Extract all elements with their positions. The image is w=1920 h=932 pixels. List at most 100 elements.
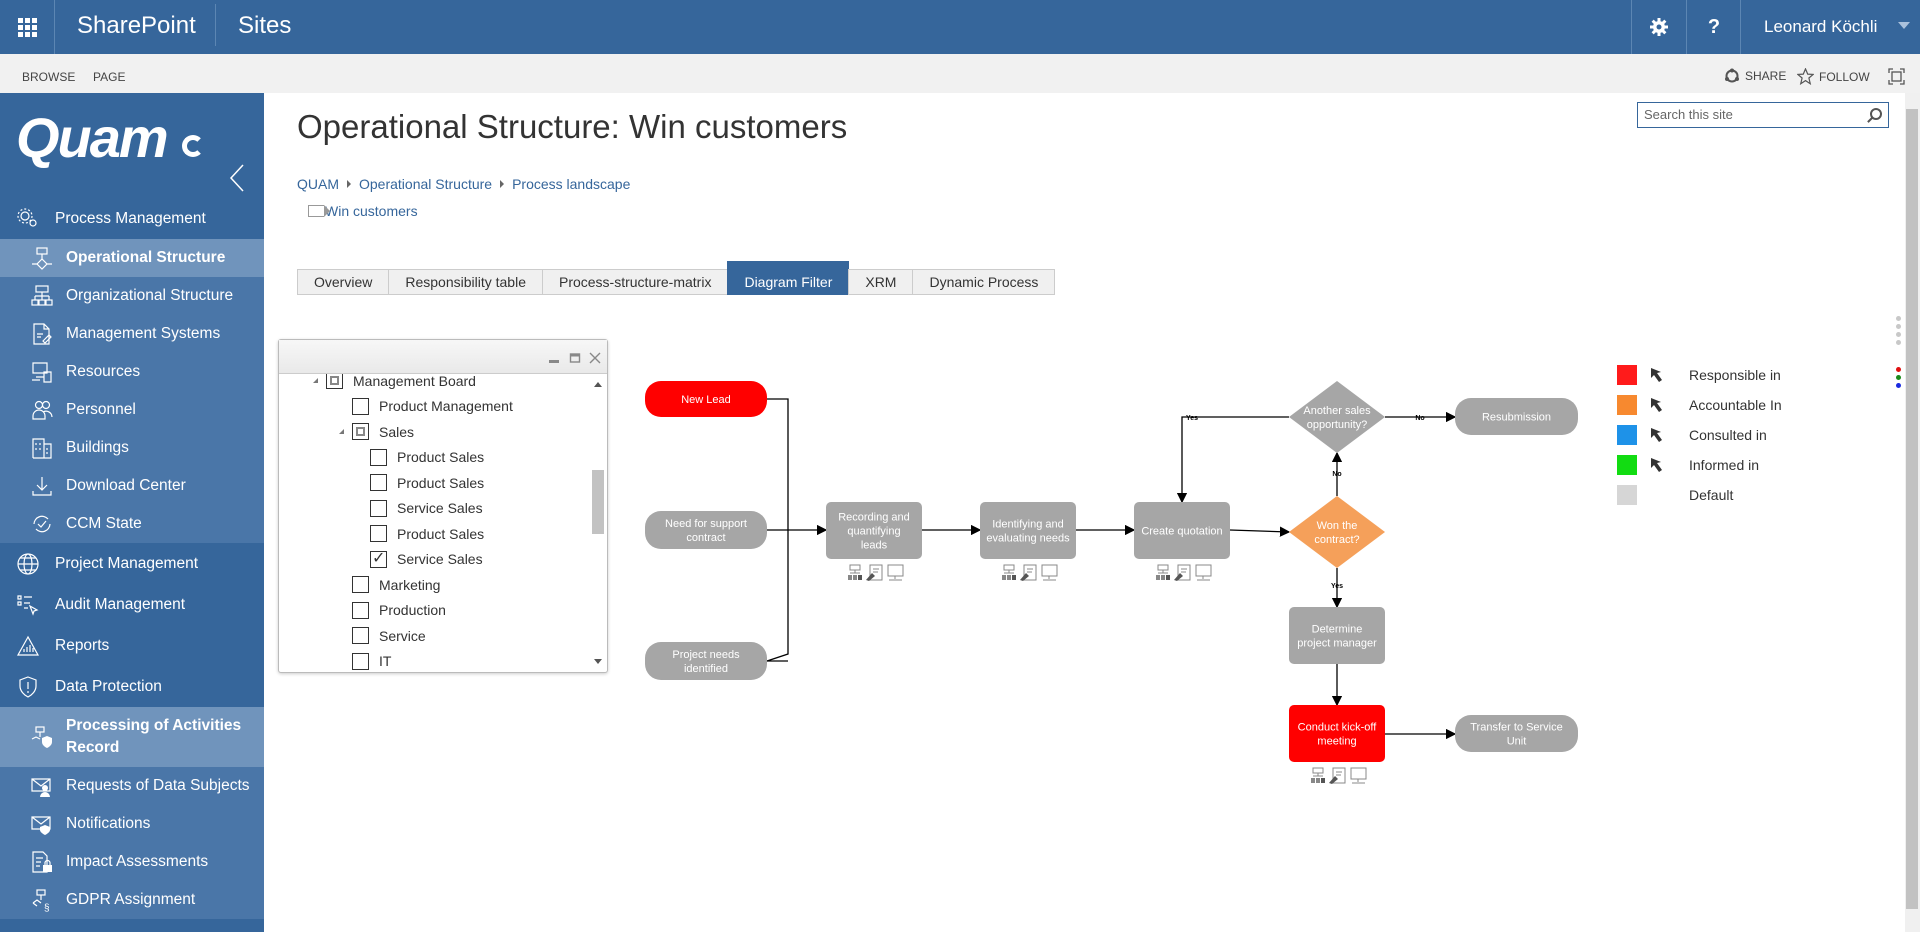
tree-checkbox[interactable] bbox=[370, 448, 387, 466]
cursor-arrow-icon[interactable] bbox=[1649, 396, 1667, 414]
expand-toggle-icon[interactable] bbox=[339, 429, 344, 434]
document-icon[interactable] bbox=[1020, 564, 1037, 581]
page-scroll-thumb[interactable] bbox=[1906, 109, 1918, 909]
sidebar-item-notifications[interactable]: Notifications bbox=[0, 805, 264, 843]
cursor-arrow-icon[interactable] bbox=[1649, 426, 1667, 444]
tree-node[interactable]: Product Sales bbox=[357, 445, 484, 470]
breadcrumb-operational-structure[interactable]: Operational Structure bbox=[359, 176, 492, 192]
tree-checkbox[interactable] bbox=[326, 374, 343, 389]
tree-node[interactable]: Service Sales bbox=[357, 547, 483, 572]
tree-node[interactable]: IT bbox=[339, 649, 391, 673]
tree-checkbox[interactable] bbox=[352, 601, 369, 619]
tree-checkbox[interactable] bbox=[352, 576, 369, 593]
org-unit-icon[interactable] bbox=[1311, 767, 1325, 783]
node-attachment-icons[interactable] bbox=[1311, 767, 1367, 784]
tree-node[interactable]: Management Board bbox=[313, 374, 476, 393]
scroll-down-icon[interactable] bbox=[594, 659, 602, 664]
expand-toggle-icon[interactable] bbox=[313, 378, 318, 383]
cursor-arrow-icon[interactable] bbox=[1649, 366, 1667, 384]
node-kickoff[interactable] bbox=[1289, 705, 1385, 762]
tab-overview[interactable]: Overview bbox=[297, 269, 390, 295]
sites-link[interactable]: Sites bbox=[238, 12, 291, 40]
tree-checkbox[interactable] bbox=[352, 397, 369, 415]
document-icon[interactable] bbox=[1174, 564, 1191, 581]
tab-dynamic-process[interactable]: Dynamic Process bbox=[912, 269, 1056, 295]
settings-button[interactable] bbox=[1631, 0, 1686, 54]
tab-page[interactable]: PAGE bbox=[93, 70, 125, 84]
share-button[interactable]: SHARE bbox=[1724, 68, 1786, 84]
panel-titlebar[interactable] bbox=[279, 340, 607, 374]
tab-responsibility-table[interactable]: Responsibility table bbox=[388, 269, 543, 295]
org-unit-icon[interactable] bbox=[1156, 564, 1170, 580]
tree-checkbox[interactable] bbox=[352, 627, 369, 644]
node-attachment-icons[interactable] bbox=[1002, 564, 1058, 581]
app-launcher-button[interactable] bbox=[0, 0, 55, 54]
close-icon[interactable] bbox=[589, 352, 601, 364]
it-system-icon[interactable] bbox=[1350, 767, 1367, 784]
node-attachment-icons[interactable] bbox=[1156, 564, 1212, 581]
sidebar-item-management-systems[interactable]: Management Systems bbox=[0, 315, 264, 353]
it-system-icon[interactable] bbox=[1041, 564, 1058, 581]
document-icon[interactable] bbox=[1329, 767, 1346, 784]
sidebar-item-ccm-state[interactable]: CCM State bbox=[0, 505, 264, 543]
tree-checkbox[interactable] bbox=[370, 525, 387, 542]
breadcrumb-quam[interactable]: QUAM bbox=[297, 176, 339, 192]
help-button[interactable]: ? bbox=[1686, 0, 1741, 54]
breadcrumb-process-landscape[interactable]: Process landscape bbox=[512, 176, 630, 192]
sidebar-item-project-management[interactable]: Project Management bbox=[0, 543, 264, 584]
tab-process-structure-matrix[interactable]: Process-structure-matrix bbox=[541, 269, 729, 295]
user-menu[interactable]: Leonard Köchli bbox=[1740, 0, 1920, 54]
tree-checkbox[interactable] bbox=[370, 474, 387, 491]
tree-node[interactable]: Service bbox=[339, 623, 426, 648]
sidebar-item-gdpr-assignment[interactable]: § GDPR Assignment bbox=[0, 881, 264, 919]
scroll-up-icon[interactable] bbox=[594, 382, 602, 387]
node-attachment-icons[interactable] bbox=[848, 564, 904, 581]
sidebar-item-buildings[interactable]: Buildings bbox=[0, 429, 264, 467]
sidebar-item-process-management[interactable]: Process Management bbox=[0, 198, 264, 239]
search-icon[interactable] bbox=[1870, 108, 1882, 120]
quam-logo[interactable]: Quam bbox=[16, 105, 169, 170]
tab-browse[interactable]: BROWSE bbox=[22, 70, 75, 84]
tree-node[interactable]: Service Sales bbox=[357, 496, 483, 521]
sidebar-item-data-protection[interactable]: Data Protection bbox=[0, 666, 264, 707]
sidebar-item-reports[interactable]: Reports bbox=[0, 625, 264, 666]
it-system-icon[interactable] bbox=[1195, 564, 1212, 581]
node-another[interactable] bbox=[1289, 381, 1385, 453]
tree-checkbox[interactable] bbox=[352, 652, 369, 670]
node-determine-pm[interactable] bbox=[1289, 607, 1385, 664]
sidebar-item-resources[interactable]: Resources bbox=[0, 353, 264, 391]
tree-checkbox[interactable] bbox=[352, 423, 369, 440]
sidebar-item-impact-assessments[interactable]: Impact Assessments bbox=[0, 843, 264, 881]
tab-xrm[interactable]: XRM bbox=[848, 269, 914, 295]
tree-node[interactable]: Marketing bbox=[339, 572, 440, 597]
scroll-thumb[interactable] bbox=[592, 470, 604, 534]
tree-scrollbar[interactable] bbox=[591, 376, 605, 670]
sidebar-item-personnel[interactable]: Personnel bbox=[0, 391, 264, 429]
cursor-arrow-icon[interactable] bbox=[1649, 456, 1667, 474]
tree-node[interactable]: Product Sales bbox=[357, 470, 484, 495]
sidebar-item-operational-structure[interactable]: Operational Structure bbox=[0, 239, 264, 277]
sidebar-item-audit-management[interactable]: Audit Management bbox=[0, 584, 264, 625]
tree-node[interactable]: Sales bbox=[339, 419, 414, 444]
tree-node[interactable]: Product Sales bbox=[357, 521, 484, 546]
it-system-icon[interactable] bbox=[887, 564, 904, 581]
sharepoint-brand[interactable]: SharePoint bbox=[77, 12, 196, 40]
tree-checkbox[interactable] bbox=[370, 548, 387, 568]
node-won[interactable] bbox=[1289, 496, 1385, 568]
sidebar-item-requests-of-data-subjects[interactable]: Requests of Data Subjects bbox=[0, 767, 264, 805]
sidebar-item-download-center[interactable]: Download Center bbox=[0, 467, 264, 505]
org-unit-icon[interactable] bbox=[848, 564, 862, 580]
minimize-icon[interactable] bbox=[548, 352, 560, 364]
current-process[interactable]: Win customers bbox=[308, 203, 418, 219]
tree-node[interactable]: Production bbox=[339, 598, 446, 623]
search-box[interactable]: Search this site bbox=[1637, 102, 1889, 128]
node-identifying[interactable] bbox=[980, 502, 1076, 559]
tab-diagram-filter[interactable]: Diagram Filter bbox=[727, 261, 850, 295]
collapse-sidebar-icon[interactable] bbox=[228, 163, 246, 193]
sidebar-item-processing-of-activities-record[interactable]: Processing of Activities Record bbox=[0, 707, 264, 767]
sidebar-item-organizational-structure[interactable]: Organizational Structure bbox=[0, 277, 264, 315]
search-input[interactable]: Search this site bbox=[1644, 107, 1733, 122]
follow-button[interactable]: FOLLOW bbox=[1797, 68, 1870, 85]
tree-node[interactable]: Product Management bbox=[339, 394, 513, 419]
document-icon[interactable] bbox=[866, 564, 883, 581]
